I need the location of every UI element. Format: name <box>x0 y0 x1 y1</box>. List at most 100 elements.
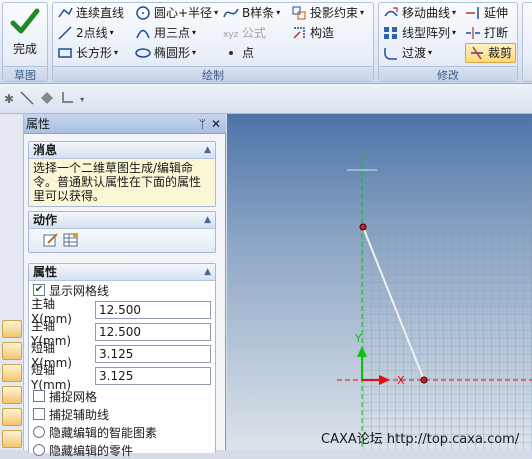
formula-icon: xyz <box>223 25 239 41</box>
group-sketch: 完成 草图 <box>2 2 48 82</box>
two-point-line-button[interactable]: 2点线 ▾ <box>57 23 124 43</box>
panel-titlebar: 属性 ᛘ ✕ <box>24 114 226 134</box>
line-endpoint-end[interactable] <box>420 376 428 384</box>
move-curve-button[interactable]: 移动曲线 ▾ <box>383 3 456 23</box>
rectangle-label: 长方形 <box>76 46 113 60</box>
finish-label: 完成 <box>12 42 37 56</box>
trim-icon <box>469 45 485 61</box>
hide-part-radio[interactable]: 隐藏编辑的零件 <box>29 441 215 459</box>
message-text: 选择一个二维草图生成/编辑命令。普通默认属性在下面的属性里可以获得。 <box>29 159 215 206</box>
break-button[interactable]: 打断 <box>465 23 516 43</box>
hide-smart-elements-radio[interactable]: 隐藏编辑的智能图素 <box>29 423 215 441</box>
circle-center-radius-button[interactable]: 圆心+半径 ▾ <box>135 3 218 23</box>
point-label: 点 <box>242 46 255 60</box>
line-endpoint-start[interactable] <box>359 223 367 231</box>
construct-icon <box>291 25 307 41</box>
trim-label: 裁剪 <box>488 46 513 60</box>
rectangle-icon <box>57 45 73 61</box>
polyline-icon <box>57 5 73 21</box>
finish-button[interactable]: 完成 <box>7 5 43 65</box>
bspline-label: B样条 <box>242 6 275 20</box>
extend-icon <box>465 5 481 21</box>
point-button[interactable]: 点 <box>223 43 280 63</box>
ellipse-label: 椭圆形 <box>154 46 191 60</box>
left-toolstrip <box>0 114 24 450</box>
circle-icon <box>135 5 151 21</box>
diagonal-line-icon[interactable] <box>20 90 34 108</box>
watermark-text: CAXA论坛 http://top.caxa.com/ <box>321 432 520 447</box>
trim-button[interactable]: 裁剪 <box>465 43 517 63</box>
collapse-icon[interactable]: ▲ <box>204 264 211 281</box>
group-draw: 连续直线 2点线 ▾ 长方形 ▾ 圆心+半径 ▾ 用三点 ▾ 椭圆形 ▾ B样条 ▾ xyz… <box>52 2 374 82</box>
sketch-canvas[interactable]: Y X CAXA论坛 http://top.caxa.com/ <box>227 114 532 450</box>
table-action-icon[interactable] <box>63 232 79 249</box>
sketch-tool-1-icon[interactable] <box>2 320 22 338</box>
minor-x-input[interactable]: 3.125 <box>95 345 211 363</box>
formula-button[interactable]: xyz 公式 <box>223 23 280 43</box>
extend-button[interactable]: 延伸 <box>465 3 516 23</box>
group-modify: 移动曲线 ▾ 线型阵列 ▾ 过渡 ▾ 延伸 打断 裁剪 修改 <box>378 2 518 82</box>
ellipse-icon <box>135 45 151 61</box>
rectangle-button[interactable]: 长方形 ▾ <box>57 43 124 63</box>
extend-label: 延伸 <box>484 6 509 20</box>
sketch-svg[interactable]: Y X <box>227 114 532 450</box>
arc-icon <box>135 25 151 41</box>
collapse-icon[interactable]: ▲ <box>204 142 211 159</box>
message-header[interactable]: 消息 ▲ <box>29 142 215 159</box>
checkbox-icon <box>33 390 45 402</box>
snap-aux-label: 捕捉辅助线 <box>49 407 110 422</box>
collapse-icon[interactable]: ▲ <box>204 212 211 229</box>
minor-y-row: 短轴Y(mm) 3.125 <box>29 363 215 392</box>
close-icon[interactable]: ✕ <box>211 114 221 134</box>
hide-smart-elements-label: 隐藏编辑的智能图素 <box>49 425 158 440</box>
major-y-input[interactable]: 12.500 <box>95 323 211 341</box>
projection-icon <box>291 5 307 21</box>
svg-text:xyz: xyz <box>223 30 239 40</box>
toolbar-dropdown-icon[interactable]: ▾ <box>80 95 84 104</box>
bspline-button[interactable]: B样条 ▾ <box>223 3 280 23</box>
snap-grid-checkbox[interactable]: 捕捉网格 <box>29 387 215 405</box>
properties-header[interactable]: 属性 ▲ <box>29 264 215 281</box>
polyline-button[interactable]: 连续直线 <box>57 3 124 23</box>
panel-title: 属性 <box>26 117 51 131</box>
edit-action-icon[interactable] <box>43 232 59 249</box>
grid-tool-icon[interactable] <box>2 364 22 382</box>
radio-icon <box>33 426 45 438</box>
action-header[interactable]: 动作 ▲ <box>29 212 215 229</box>
projection-constraint-label: 投影约束 <box>310 6 359 20</box>
sketch-tool-4-icon[interactable] <box>2 386 22 404</box>
two-point-line-label: 2点线 <box>76 26 108 40</box>
properties-panel: 属性 ᛘ ✕ 消息 ▲ 选择一个二维草图生成/编辑命令。普通默认属性在下面的属性里… <box>24 114 226 458</box>
minor-y-input[interactable]: 3.125 <box>95 367 211 385</box>
fillet-icon <box>383 45 399 61</box>
line-icon <box>57 25 73 41</box>
construct-label: 构造 <box>310 26 335 40</box>
dimension-tool-icon[interactable] <box>2 408 22 426</box>
snap-aux-checkbox[interactable]: 捕捉辅助线 <box>29 405 215 423</box>
ellipse-button[interactable]: 椭圆形 ▾ <box>135 43 218 63</box>
action-header-label: 动作 <box>33 213 58 227</box>
group-caption-modify: 修改 <box>379 66 517 82</box>
ribbon: 完成 草图 连续直线 2点线 ▾ 长方形 ▾ 圆心+半径 ▾ 用三点 ▾ 椭圆形 ▾ B样… <box>0 0 532 84</box>
diamond-icon[interactable] <box>40 91 54 108</box>
snap-grid-label: 捕捉网格 <box>49 389 98 404</box>
axis-icon[interactable] <box>60 91 74 108</box>
sketch-tool-2-icon[interactable] <box>2 342 22 360</box>
sketch-tool-6-icon[interactable] <box>2 430 22 448</box>
major-x-input[interactable]: 12.500 <box>95 301 211 319</box>
group-overflow <box>522 2 532 82</box>
sketch-grid <box>362 176 532 450</box>
projection-constraint-button[interactable]: 投影约束 ▾ <box>291 3 364 23</box>
construct-button[interactable]: 构造 <box>291 23 364 43</box>
fillet-button[interactable]: 过渡 ▾ <box>383 43 456 63</box>
move-icon <box>383 5 399 21</box>
radio-icon <box>33 444 45 456</box>
properties-section: 属性 ▲ ✔ 显示网格线 主轴X(mm) 12.500 主轴Y(mm) 12.500 短… <box>28 263 216 458</box>
linear-array-label: 线型阵列 <box>402 26 451 40</box>
pin-icon[interactable]: ᛘ <box>199 114 206 134</box>
star-icon[interactable]: ✱ <box>4 92 14 106</box>
linear-array-button[interactable]: 线型阵列 ▾ <box>383 23 456 43</box>
polyline-label: 连续直线 <box>76 6 125 20</box>
arc-three-point-button[interactable]: 用三点 ▾ <box>135 23 218 43</box>
arc-three-point-label: 用三点 <box>154 26 191 40</box>
